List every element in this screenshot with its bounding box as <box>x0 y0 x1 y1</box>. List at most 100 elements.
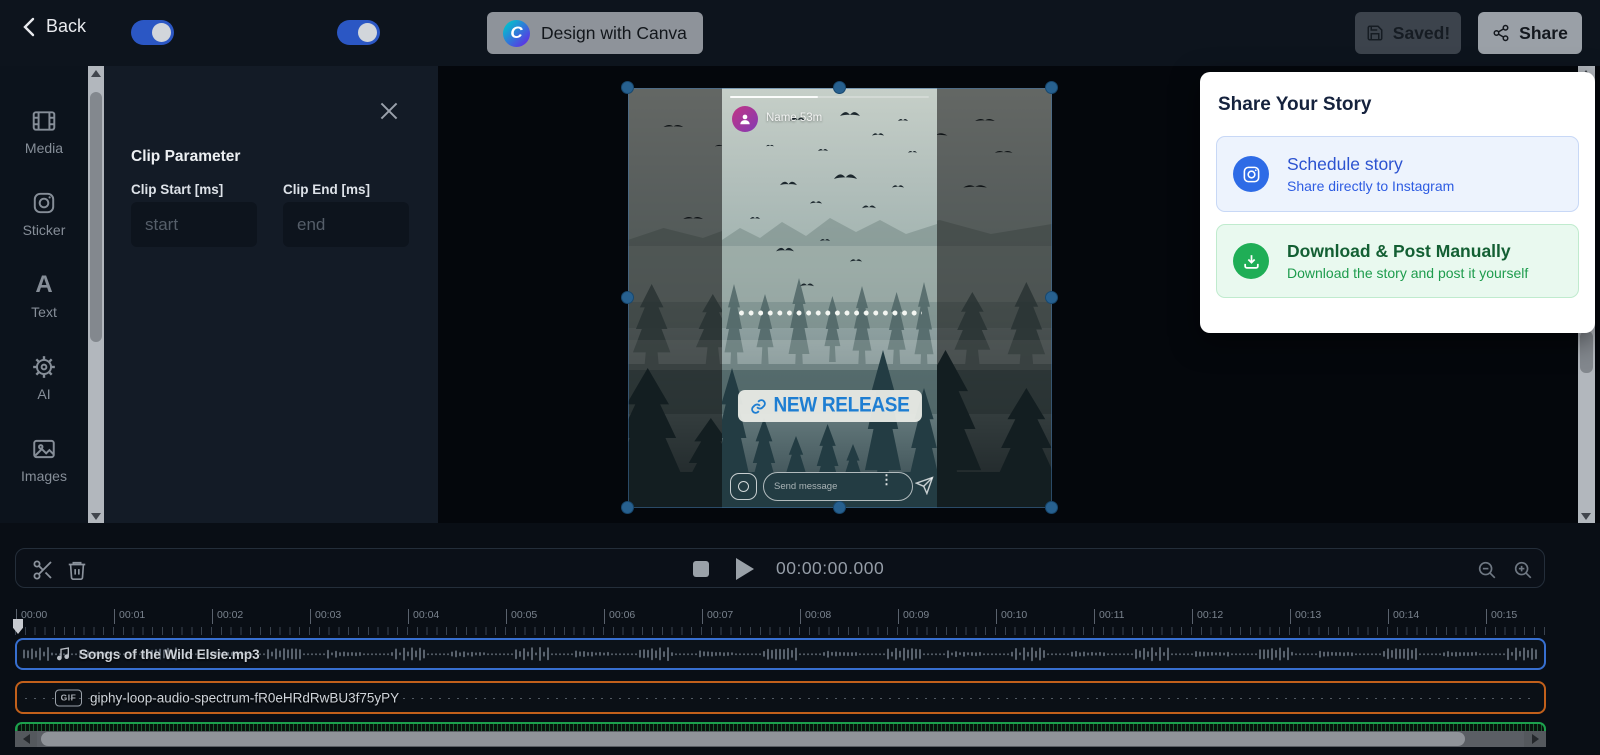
audio-spectrum-dots <box>739 310 922 316</box>
toggle-switch-2[interactable] <box>337 20 380 45</box>
ruler-tick-label: 00:12 <box>1192 609 1223 624</box>
close-icon[interactable] <box>376 98 404 126</box>
scroll-left-icon[interactable] <box>15 731 37 747</box>
clip-start-label: Clip Start [ms] <box>131 182 223 197</box>
toggle-switch-1[interactable] <box>131 20 174 45</box>
gear-icon <box>31 354 57 380</box>
share-icon <box>1492 24 1510 42</box>
selection-handle-top-right[interactable] <box>1045 81 1058 94</box>
zoom-out-icon[interactable] <box>1476 559 1498 581</box>
sidebar-scrollbar-thumb[interactable] <box>90 92 102 342</box>
sidebar-item-ai[interactable]: AI <box>31 354 57 402</box>
person-icon <box>738 112 752 126</box>
ruler-tick-label: 00:08 <box>800 609 831 624</box>
top-bar: Back C Design with Canva Saved! Share <box>0 0 1600 66</box>
back-label: Back <box>46 16 86 37</box>
stop-button[interactable] <box>693 561 709 577</box>
sidebar-label: Media <box>25 140 63 156</box>
track-gif[interactable]: GIF giphy-loop-audio-spectrum-fR0eHRdRwB… <box>15 681 1546 714</box>
schedule-story-option[interactable]: Schedule story Share directly to Instagr… <box>1216 136 1579 212</box>
scroll-down-icon[interactable] <box>88 509 104 523</box>
sidebar-label: Text <box>31 304 57 320</box>
timeline-toolbar: 00:00:00.000 <box>15 548 1545 588</box>
share-your-story-popup: Share Your Story Schedule story Share di… <box>1200 72 1595 333</box>
sidebar-item-images[interactable]: Images <box>21 436 67 484</box>
clip-parameter-panel: Clip Parameter Clip Start [ms] Clip End … <box>104 66 438 523</box>
link-icon <box>749 398 766 415</box>
zoom-in-icon[interactable] <box>1512 559 1534 581</box>
sidebar-item-sticker[interactable]: Sticker <box>23 190 66 238</box>
ruler-tick-label: 00:11 <box>1094 609 1125 624</box>
clip-start-input[interactable] <box>131 202 257 247</box>
sticker-icon <box>31 190 57 216</box>
clip-end-input[interactable] <box>283 202 409 247</box>
sidebar-item-text[interactable]: A Text <box>31 272 57 320</box>
ruler-tick-label: 00:07 <box>702 609 733 624</box>
new-release-badge[interactable]: NEW RELEASE <box>737 390 921 422</box>
selection-handle-top-left[interactable] <box>621 81 634 94</box>
download-post-manually-option[interactable]: Download & Post Manually Download the st… <box>1216 224 1579 298</box>
ruler-tick-label: 00:03 <box>310 609 341 624</box>
share-label: Share <box>1519 23 1568 44</box>
ruler-tick-label: 00:09 <box>898 609 929 624</box>
instagram-icon <box>1233 156 1269 192</box>
sidebar-label: Sticker <box>23 222 66 238</box>
film-icon <box>31 108 57 134</box>
play-button[interactable] <box>736 558 754 580</box>
schedule-story-subtitle: Share directly to Instagram <box>1287 178 1454 194</box>
cut-scissors-icon[interactable] <box>31 558 55 582</box>
selection-handle-mid-left[interactable] <box>621 291 634 304</box>
ruler-tick-label: 00:01 <box>114 609 145 624</box>
selection-handle-top-center[interactable] <box>833 81 846 94</box>
selection-handle-bottom-right[interactable] <box>1045 501 1058 514</box>
timecode-display: 00:00:00.000 <box>776 558 884 579</box>
selection-handle-bottom-left[interactable] <box>621 501 634 514</box>
save-icon <box>1366 24 1384 42</box>
gif-track-name: giphy-loop-audio-spectrum-fR0eHRdRwBU3f7… <box>90 690 399 705</box>
share-button[interactable]: Share <box>1478 12 1582 54</box>
ruler-tick-label: 00:06 <box>604 609 635 624</box>
sidebar-scrollbar[interactable] <box>88 66 104 523</box>
back-button[interactable]: Back <box>22 16 86 37</box>
camera-icon <box>730 473 757 500</box>
clip-panel-title: Clip Parameter <box>131 148 240 166</box>
ruler-tick-label: 00:10 <box>996 609 1027 624</box>
schedule-story-title: Schedule story <box>1287 154 1454 175</box>
story-progress-bar <box>730 96 929 98</box>
sidebar-item-media[interactable]: Media <box>25 108 63 156</box>
ruler-tick-label: 00:04 <box>408 609 439 624</box>
design-with-canva-button[interactable]: C Design with Canva <box>487 12 703 54</box>
left-sidebar: Media Sticker A Text AI Images <box>0 66 88 523</box>
download-icon <box>1233 243 1269 279</box>
timeline-horizontal-scrollbar[interactable] <box>15 731 1546 747</box>
selection-handle-mid-right[interactable] <box>1045 291 1058 304</box>
story-bottom-bar: Send message ⋮ <box>722 472 937 502</box>
scroll-down-icon[interactable] <box>1578 509 1594 523</box>
avatar <box>732 106 758 132</box>
story-username: Name 53m <box>766 112 822 124</box>
selection-handle-bottom-center[interactable] <box>833 501 846 514</box>
saved-button[interactable]: Saved! <box>1355 12 1461 54</box>
ruler-tick-label: 00:05 <box>506 609 537 624</box>
download-option-subtitle: Download the story and post it yourself <box>1287 265 1528 281</box>
scroll-right-icon[interactable] <box>1524 731 1546 747</box>
ruler-minor-ticks <box>15 627 1546 635</box>
trash-icon[interactable] <box>66 559 88 581</box>
ruler-tick-label: 00:15 <box>1486 609 1517 624</box>
text-icon: A <box>35 272 52 298</box>
chevron-left-icon <box>22 17 36 37</box>
story-editor-app: Back C Design with Canva Saved! Share Me… <box>0 0 1600 755</box>
popup-title: Share Your Story <box>1218 94 1371 116</box>
track-audio[interactable]: Songs of the Wild Elsie.mp3 <box>15 638 1546 670</box>
send-plane-icon <box>915 476 934 495</box>
toggle-knob <box>152 23 171 42</box>
sidebar-label: Images <box>21 468 67 484</box>
canvas-scrollbar-thumb[interactable] <box>1580 331 1593 373</box>
sidebar-label: AI <box>37 386 50 402</box>
send-message-placeholder: Send message <box>774 481 837 492</box>
scroll-up-icon[interactable] <box>88 66 104 80</box>
timeline-scrollbar-thumb[interactable] <box>41 732 1465 746</box>
new-release-label: NEW RELEASE <box>773 394 909 419</box>
canva-button-label: Design with Canva <box>541 23 687 44</box>
toggle-knob <box>358 23 377 42</box>
